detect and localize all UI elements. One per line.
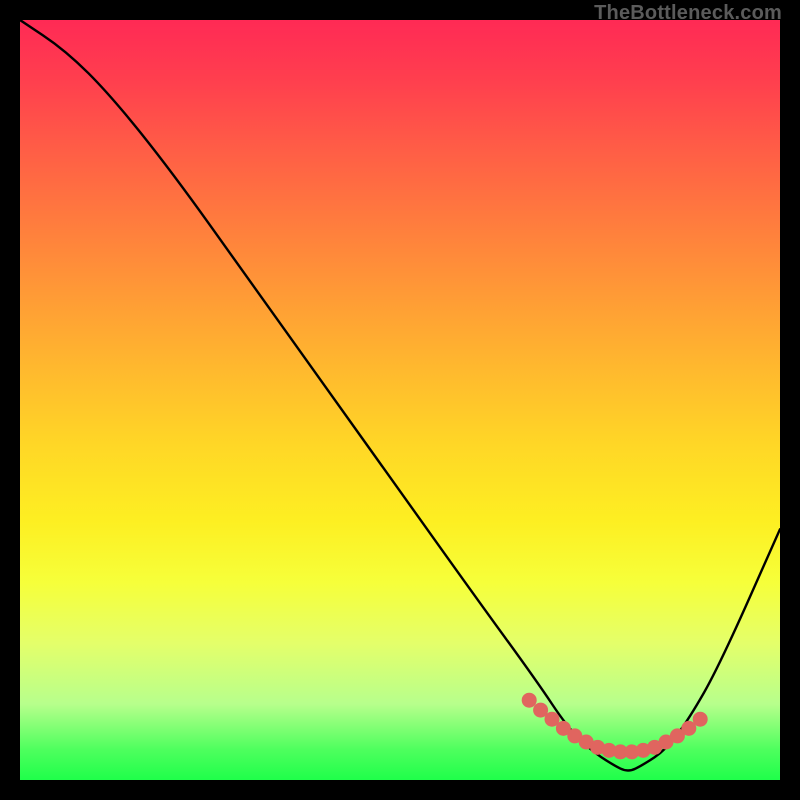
chart-frame: TheBottleneck.com — [0, 0, 800, 800]
curve-markers — [522, 693, 708, 760]
marker-dot — [522, 693, 537, 708]
curve-line — [20, 20, 780, 771]
watermark-text: TheBottleneck.com — [594, 2, 782, 25]
chart-svg — [20, 20, 780, 780]
plot-area — [20, 20, 780, 780]
marker-dot — [693, 712, 708, 727]
